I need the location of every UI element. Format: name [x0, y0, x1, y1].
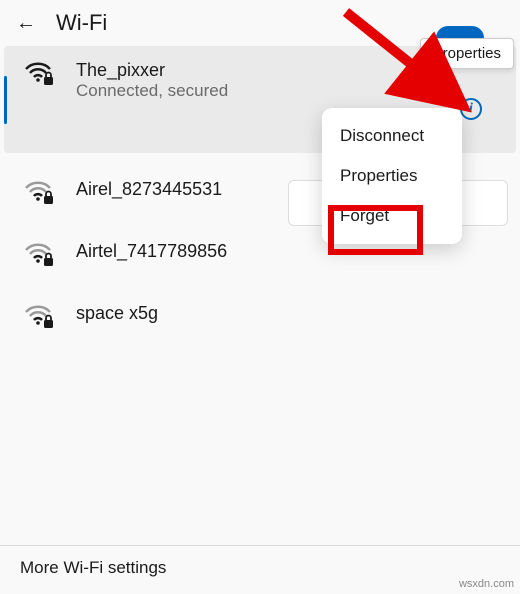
more-wifi-settings[interactable]: More Wi-Fi settings [0, 552, 520, 584]
context-menu: Disconnect Properties Forget [322, 108, 462, 244]
back-arrow-icon[interactable]: ← [16, 12, 36, 35]
network-status: Connected, secured [76, 81, 228, 101]
network-text: space x5g [76, 303, 158, 324]
wifi-secured-icon [24, 60, 54, 86]
network-name: The_pixxer [76, 60, 228, 81]
page-title: Wi-Fi [56, 10, 107, 36]
network-name: Airel_8273445531 [76, 179, 222, 200]
network-name: space x5g [76, 303, 158, 324]
network-item[interactable]: space x5g [0, 285, 520, 347]
network-name: Airtel_7417789856 [76, 241, 227, 262]
watermark: wsxdn.com [459, 578, 514, 590]
menu-disconnect[interactable]: Disconnect [322, 116, 462, 156]
divider [0, 545, 520, 546]
wifi-secured-icon [24, 179, 54, 205]
network-text: Airel_8273445531 [76, 179, 222, 200]
network-text: The_pixxer Connected, secured [76, 60, 228, 101]
menu-forget[interactable]: Forget [322, 196, 462, 236]
properties-tooltip: Properties [420, 38, 514, 69]
header: ← Wi-Fi [0, 0, 520, 42]
network-text: Airtel_7417789856 [76, 241, 227, 262]
wifi-secured-icon [24, 241, 54, 267]
info-icon[interactable]: i [460, 98, 482, 120]
menu-properties[interactable]: Properties [322, 156, 462, 196]
wifi-secured-icon [24, 303, 54, 329]
